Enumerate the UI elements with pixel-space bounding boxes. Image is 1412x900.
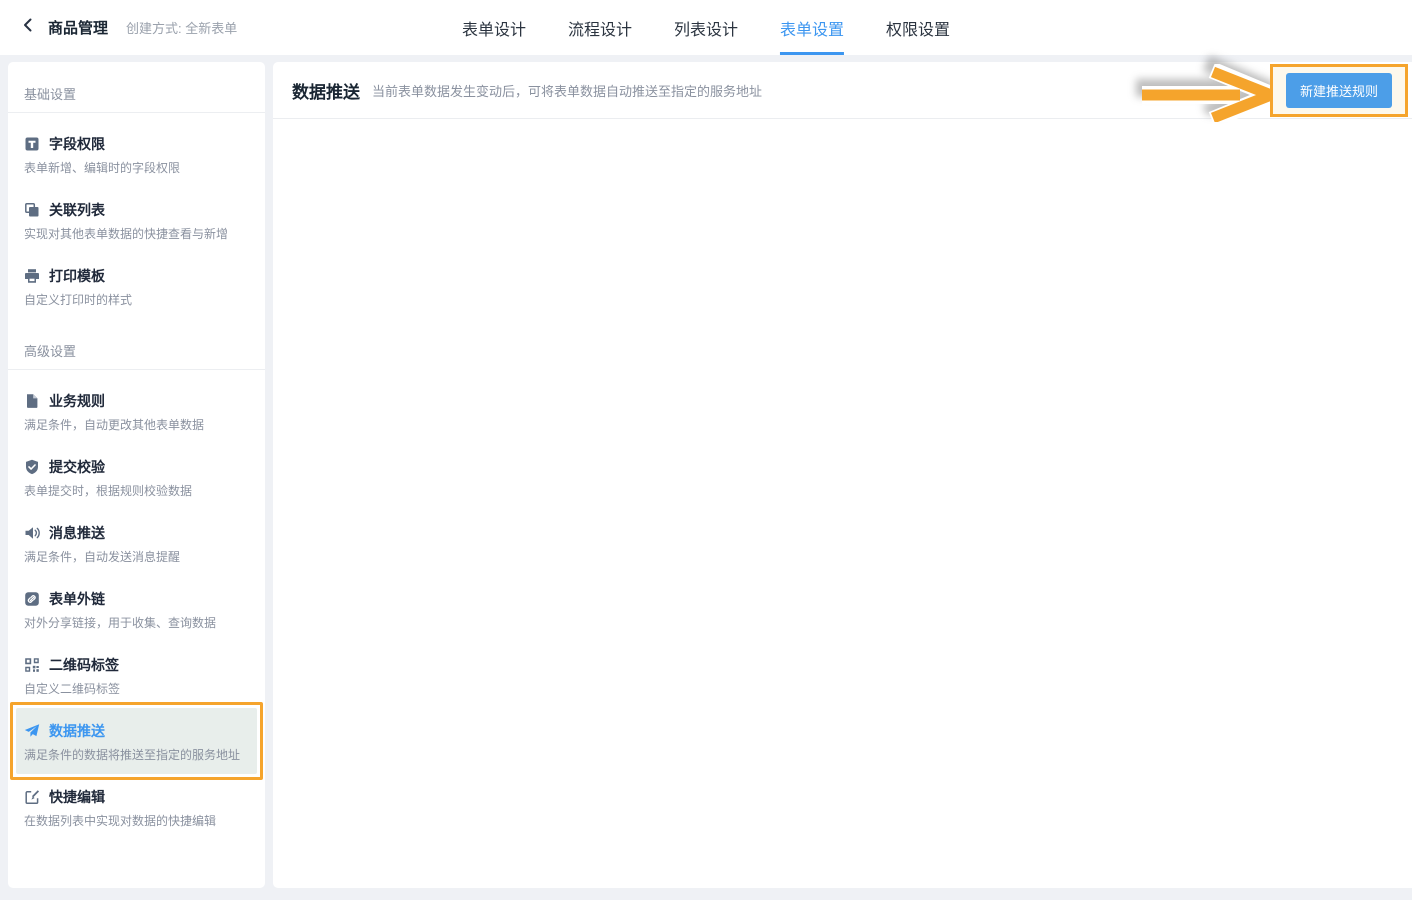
- sidebar-item-title: 关联列表: [49, 200, 105, 220]
- sidebar-item-description: 实现对其他表单数据的快捷查看与新增: [24, 227, 249, 241]
- orange-ring-annotation: [10, 702, 263, 780]
- main-section-description: 当前表单数据发生变动后，可将表单数据自动推送至指定的服务地址: [372, 81, 762, 100]
- sidebar-item-title: 字段权限: [49, 134, 105, 154]
- quick-edit-icon: [24, 789, 40, 805]
- sidebar-item-title: 快捷编辑: [49, 787, 105, 807]
- top-header: 商品管理 创建方式: 全新表单 表单设计流程设计列表设计表单设置权限设置: [0, 0, 1412, 55]
- sidebar-item-title: 数据推送: [49, 721, 105, 741]
- main-panel: 数据推送 当前表单数据发生变动后，可将表单数据自动推送至指定的服务地址 新建推送…: [273, 62, 1412, 888]
- related-list-icon: [24, 202, 40, 218]
- center-tab-bar: 表单设计流程设计列表设计表单设置权限设置: [462, 0, 950, 55]
- sidebar-item-title: 消息推送: [49, 523, 105, 543]
- sidebar-item-description: 表单提交时，根据规则校验数据: [24, 484, 249, 498]
- business-rule-icon: [24, 393, 40, 409]
- create-push-rule-button[interactable]: 新建推送规则: [1286, 73, 1392, 108]
- creation-mode-label: 创建方式: 全新表单: [126, 18, 237, 37]
- sidebar-item-title: 表单外链: [49, 589, 105, 609]
- sidebar-item-description: 表单新增、编辑时的字段权限: [24, 161, 249, 175]
- content-layout: 基础设置字段权限表单新增、编辑时的字段权限关联列表实现对其他表单数据的快捷查看与…: [0, 55, 1412, 894]
- settings-sidebar: 基础设置字段权限表单新增、编辑时的字段权限关联列表实现对其他表单数据的快捷查看与…: [8, 62, 265, 888]
- chevron-left-icon: [20, 17, 36, 38]
- sidebar-item-quick-edit[interactable]: 快捷编辑在数据列表中实现对数据的快捷编辑: [8, 774, 265, 840]
- main-section-title: 数据推送: [292, 78, 360, 103]
- sidebar-section-items: 字段权限表单新增、编辑时的字段权限关联列表实现对其他表单数据的快捷查看与新增打印…: [8, 113, 265, 319]
- sidebar-item-title: 业务规则: [49, 391, 105, 411]
- tab-list-design[interactable]: 列表设计: [674, 0, 738, 55]
- sidebar-item-qrcode-label[interactable]: 二维码标签自定义二维码标签: [8, 642, 265, 708]
- sidebar-item-description: 对外分享链接，用于收集、查询数据: [24, 616, 249, 630]
- sidebar-item-field-permission[interactable]: 字段权限表单新增、编辑时的字段权限: [8, 121, 265, 187]
- sidebar-item-description: 满足条件，自动更改其他表单数据: [24, 418, 249, 432]
- sidebar-section-title: 高级设置: [8, 319, 265, 370]
- sidebar-item-form-link[interactable]: 表单外链对外分享链接，用于收集、查询数据: [8, 576, 265, 642]
- form-link-icon: [24, 591, 40, 607]
- sidebar-item-description: 满足条件，自动发送消息提醒: [24, 550, 249, 564]
- field-permission-icon: [24, 136, 40, 152]
- sidebar-item-title: 提交校验: [49, 457, 105, 477]
- sidebar-item-print-template[interactable]: 打印模板自定义打印时的样式: [8, 253, 265, 319]
- tab-form-settings[interactable]: 表单设置: [780, 0, 844, 55]
- page-title: 商品管理: [48, 17, 108, 38]
- message-push-icon: [24, 525, 40, 541]
- qrcode-label-icon: [24, 657, 40, 673]
- sidebar-item-message-push[interactable]: 消息推送满足条件，自动发送消息提醒: [8, 510, 265, 576]
- print-template-icon: [24, 268, 40, 284]
- back-button[interactable]: [16, 16, 40, 40]
- tab-flow-design[interactable]: 流程设计: [568, 0, 632, 55]
- sidebar-item-related-list[interactable]: 关联列表实现对其他表单数据的快捷查看与新增: [8, 187, 265, 253]
- data-push-icon: [24, 723, 40, 739]
- sidebar-item-title: 二维码标签: [49, 655, 119, 675]
- sidebar-item-description: 在数据列表中实现对数据的快捷编辑: [24, 814, 249, 828]
- submit-validation-icon: [24, 459, 40, 475]
- sidebar-item-description: 自定义二维码标签: [24, 682, 249, 696]
- sidebar-item-description: 满足条件的数据将推送至指定的服务地址: [24, 748, 249, 762]
- tab-form-design[interactable]: 表单设计: [462, 0, 526, 55]
- sidebar-item-description: 自定义打印时的样式: [24, 293, 249, 307]
- sidebar-section-title: 基础设置: [8, 62, 265, 113]
- tab-perm-settings[interactable]: 权限设置: [886, 0, 950, 55]
- sidebar-item-title: 打印模板: [49, 266, 105, 286]
- sidebar-item-business-rule[interactable]: 业务规则满足条件，自动更改其他表单数据: [8, 378, 265, 444]
- sidebar-section-items: 业务规则满足条件，自动更改其他表单数据提交校验表单提交时，根据规则校验数据消息推…: [8, 370, 265, 840]
- orange-box-annotation: 新建推送规则: [1270, 64, 1408, 117]
- sidebar-item-data-push[interactable]: 数据推送满足条件的数据将推送至指定的服务地址: [16, 708, 257, 774]
- sidebar-item-submit-validation[interactable]: 提交校验表单提交时，根据规则校验数据: [8, 444, 265, 510]
- main-panel-header: 数据推送 当前表单数据发生变动后，可将表单数据自动推送至指定的服务地址: [273, 62, 1412, 119]
